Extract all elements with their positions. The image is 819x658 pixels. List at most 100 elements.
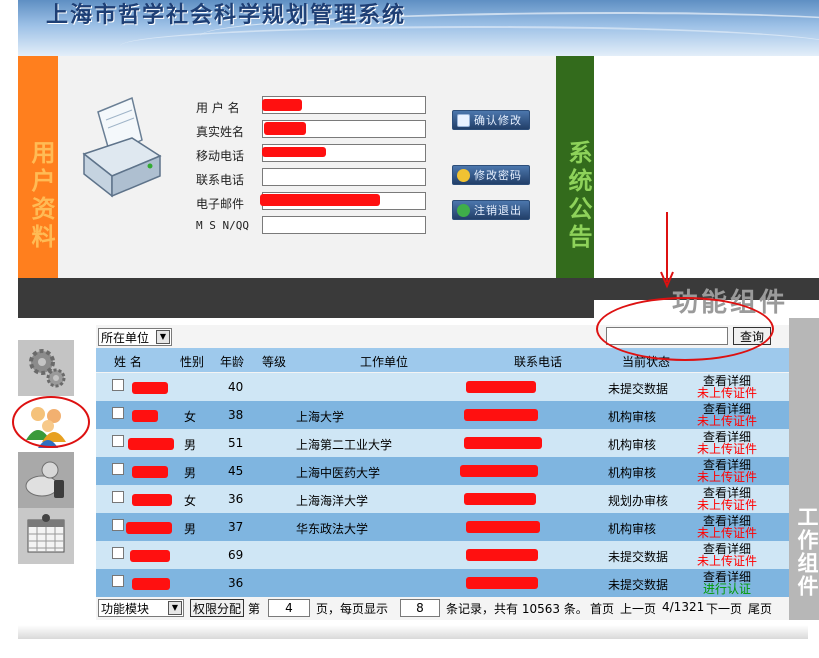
confirm-button-label: 确认修改 [474,114,522,127]
row-checkbox[interactable] [112,491,124,503]
redaction-mark [466,521,540,533]
upload-status: 未上传证件 [696,442,757,456]
cell-status: 规划办审核 [608,494,669,508]
confirm-button[interactable]: 确认修改 [452,110,530,130]
calendar-icon[interactable] [18,508,74,564]
user-info-tab-label: 用户资料 [27,140,55,252]
phone-field[interactable] [262,168,426,186]
table-row[interactable]: 69 未提交数据 查看详细 未上传证件 [96,541,789,569]
detail-link[interactable]: 查看详细 未上传证件 [696,515,758,539]
printer-icon [82,96,162,198]
redaction-mark [128,438,174,450]
row-checkbox[interactable] [112,575,124,587]
msn-qq-label: M S N/QQ [196,219,249,232]
upload-status: 未上传证件 [696,470,757,484]
table-row[interactable]: 女 38 上海大学 机构审核 查看详细 未上传证件 [96,401,789,429]
upload-status: 未上传证件 [696,386,757,400]
cell-status: 机构审核 [608,466,657,480]
cell-gender: 女 [184,410,197,424]
key-icon [457,168,470,182]
cell-age: 51 [228,436,244,450]
cell-gender: 男 [184,522,197,536]
table-row[interactable]: 36 未提交数据 查看详细 进行认证 [96,569,789,597]
row-checkbox[interactable] [112,519,124,531]
record-count: 条记录，共有 10563 条。 [446,602,588,616]
redaction-mark [260,194,380,206]
table-row[interactable]: 男 37 华东政法大学 机构审核 查看详细 未上传证件 [96,513,789,541]
redaction-mark [464,493,536,505]
redaction-mark [126,522,172,534]
chevron-down-icon: ▼ [168,601,182,615]
user-info-tab[interactable]: 用户资料 [18,56,58,278]
redaction-mark [132,578,170,590]
row-checkbox[interactable] [112,407,124,419]
cell-unit: 华东政法大学 [296,522,369,536]
row-checkbox[interactable] [112,435,124,447]
module-select[interactable]: 功能模块 ▼ [98,599,184,617]
table-row[interactable]: 女 36 上海海洋大学 规划办审核 查看详细 未上传证件 [96,485,789,513]
column-header-name: 姓 名 [114,355,142,369]
last-page-link[interactable]: 尾页 [748,600,772,617]
change-password-button[interactable]: 修改密码 [452,165,530,185]
module-select-value: 功能模块 [101,601,150,616]
department-select[interactable]: 所在单位 ▼ [98,328,172,346]
logout-button[interactable]: 注销退出 [452,200,530,220]
next-page-link[interactable]: 下一页 [706,600,742,617]
work-components-strip[interactable]: 工作组件 [789,318,819,620]
page-root: 上海市哲学社会科学规划管理系统 用户资料 用 户 名 真实姓名 移动电话 联系电… [0,0,819,658]
redaction-mark [466,381,536,393]
page-number-input[interactable]: 4 [268,599,310,617]
column-header-unit: 工作单位 [360,355,409,369]
row-checkbox[interactable] [112,547,124,559]
permission-button[interactable]: 权限分配 [190,599,244,617]
first-page-link[interactable]: 首页 [590,600,614,617]
table-row[interactable]: 40 未提交数据 查看详细 未上传证件 [96,373,789,401]
column-header-gender: 性别 [180,355,205,369]
header-left-pad [0,0,18,56]
detail-link[interactable]: 查看详细 未上传证件 [696,459,758,483]
cell-unit: 上海海洋大学 [296,494,369,508]
cell-status: 机构审核 [608,438,657,452]
cell-unit: 上海大学 [296,410,345,424]
annotation-arrow-icon [660,212,674,289]
system-notice-tab[interactable]: 系统公告 [556,56,594,278]
detail-link[interactable]: 查看详细 未上传证件 [696,403,758,427]
detail-link[interactable]: 查看详细 进行认证 [696,571,758,595]
cell-gender: 女 [184,494,197,508]
redaction-mark [132,382,168,394]
pagination-bar: 功能模块 ▼ 权限分配 第 4 页，每页显示 8 条记录，共有 10563 条。… [96,598,789,620]
department-select-value: 所在单位 [101,330,150,345]
detail-link[interactable]: 查看详细 未上传证件 [696,487,758,511]
cell-gender: 男 [184,438,197,452]
prev-page-link[interactable]: 上一页 [620,600,656,617]
username-label: 用 户 名 [196,101,240,115]
detail-link[interactable]: 查看详细 未上传证件 [696,543,758,567]
cell-age: 36 [228,576,244,590]
gear-icon[interactable] [18,340,74,396]
annotation-circle [12,396,90,448]
per-page-input[interactable]: 8 [400,599,440,617]
phone-icon[interactable] [18,452,74,508]
row-checkbox[interactable] [112,379,124,391]
logout-icon [457,203,470,217]
app-title: 上海市哲学社会科学规划管理系统 [46,2,407,28]
page-prefix: 第 [248,602,261,616]
redaction-mark [262,147,326,157]
cell-unit: 上海中医药大学 [296,466,381,480]
detail-link[interactable]: 查看详细 未上传证件 [696,375,758,399]
msn-qq-field[interactable] [262,216,426,234]
logout-button-label: 注销退出 [474,204,522,217]
cell-gender: 男 [184,466,197,480]
change-password-label: 修改密码 [474,169,522,182]
detail-link[interactable]: 查看详细 未上传证件 [696,431,758,455]
table-row[interactable]: 男 45 上海中医药大学 机构审核 查看详细 未上传证件 [96,457,789,485]
bottom-border [18,625,808,639]
redaction-mark [466,549,538,561]
cell-status: 未提交数据 [608,578,669,592]
cell-status: 机构审核 [608,522,657,536]
redaction-mark [464,409,538,421]
redaction-mark [132,410,158,422]
table-row[interactable]: 男 51 上海第二工业大学 机构审核 查看详细 未上传证件 [96,429,789,457]
row-checkbox[interactable] [112,463,124,475]
realname-label: 真实姓名 [196,125,245,139]
